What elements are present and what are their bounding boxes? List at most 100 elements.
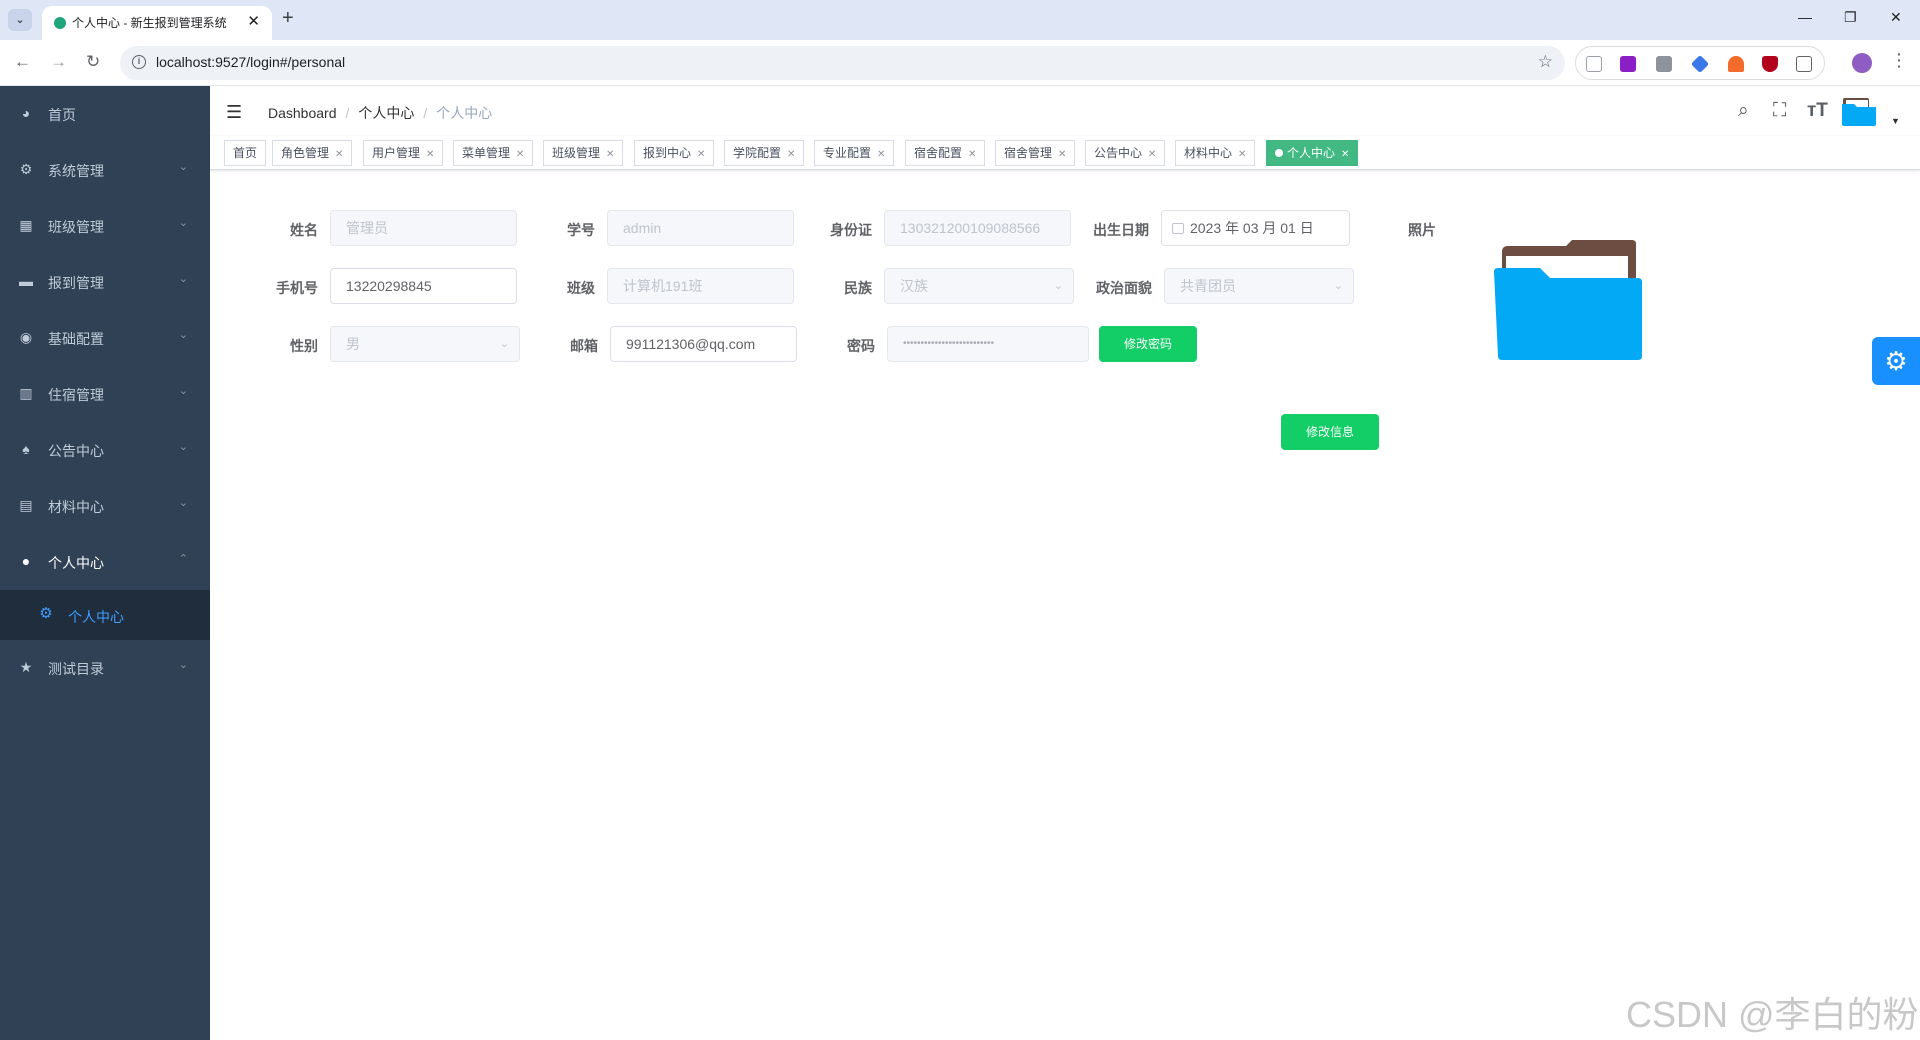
window-close-icon[interactable]: ✕ bbox=[1890, 9, 1902, 26]
tag-notice[interactable]: 公告中心 ✕ bbox=[1085, 140, 1166, 166]
forward-icon[interactable]: → bbox=[50, 52, 67, 72]
tab-close-icon[interactable]: ✕ bbox=[247, 12, 260, 30]
sidebar-item-home[interactable]: ◕ 首页 bbox=[0, 86, 210, 142]
political-select[interactable]: 共青团员 ⌄ bbox=[1164, 268, 1354, 304]
extension-figure-icon[interactable] bbox=[1728, 56, 1744, 72]
extension-shield-icon[interactable] bbox=[1762, 56, 1778, 72]
tag-close-icon[interactable]: ✕ bbox=[787, 149, 795, 160]
political-label: 政治面貌 bbox=[1096, 280, 1152, 296]
font-size-icon[interactable]: ᴛT bbox=[1807, 100, 1828, 122]
extension-cursor-icon[interactable] bbox=[1586, 56, 1602, 72]
restore-icon[interactable]: ❐ bbox=[1844, 9, 1857, 26]
tag-close-icon[interactable]: ✕ bbox=[1058, 149, 1066, 160]
update-info-button[interactable]: 修改信息 bbox=[1281, 414, 1379, 450]
watermark-text: CSDN @李白的粉 bbox=[1626, 994, 1919, 1035]
sidebar-item-materials[interactable]: ▤ 材料中心 ⌄ bbox=[0, 478, 210, 534]
email-field[interactable]: 991121306@qq.com bbox=[610, 326, 797, 362]
extension-rp-icon[interactable] bbox=[1620, 56, 1636, 72]
tag-label: 公告中心 bbox=[1094, 146, 1143, 160]
gender-select[interactable]: 男 ⌄ bbox=[330, 326, 520, 362]
breadcrumb-item[interactable]: 个人中心 bbox=[358, 105, 414, 121]
tag-close-icon[interactable]: ✕ bbox=[1148, 149, 1156, 160]
student-no-field[interactable]: admin bbox=[607, 210, 794, 246]
ethnic-select[interactable]: 汉族 ⌄ bbox=[884, 268, 1074, 304]
change-password-button[interactable]: 修改密码 bbox=[1099, 326, 1197, 362]
sidebar-item-class[interactable]: ▦ 班级管理 ⌄ bbox=[0, 198, 210, 254]
tag-label: 个人中心 bbox=[1287, 146, 1336, 160]
tag-college[interactable]: 学院配置 ✕ bbox=[724, 140, 805, 166]
extension-layers-icon[interactable] bbox=[1690, 54, 1710, 74]
tab-search-button[interactable]: ⌄ bbox=[8, 9, 32, 31]
tag-dorm-config[interactable]: 宿舍配置 ✕ bbox=[905, 140, 986, 166]
tag-close-icon[interactable]: ✕ bbox=[697, 149, 705, 160]
extension-game-icon[interactable] bbox=[1656, 56, 1672, 72]
tag-close-icon[interactable]: ✕ bbox=[335, 149, 343, 160]
tag-close-icon[interactable]: ✕ bbox=[606, 149, 614, 160]
sidebar-subitem-personal[interactable]: ⚙ 个人中心 bbox=[0, 590, 210, 640]
settings-drawer-button[interactable]: ⚙ bbox=[1872, 337, 1920, 385]
sidebar-item-system[interactable]: ⚙ 系统管理 ⌄ bbox=[0, 142, 210, 198]
tag-personal[interactable]: 个人中心 ✕ bbox=[1266, 140, 1359, 166]
bookmark-star-icon[interactable]: ☆ bbox=[1538, 52, 1553, 72]
birth-date-label: 出生日期 bbox=[1093, 222, 1149, 238]
sidebar-item-dorm[interactable]: ▥ 住宿管理 ⌄ bbox=[0, 366, 210, 422]
password-field[interactable]: •••••••••••••••••••••••••• bbox=[887, 326, 1089, 362]
tag-menu[interactable]: 菜单管理 ✕ bbox=[453, 140, 534, 166]
id-card-field[interactable]: 130321200109088566 bbox=[884, 210, 1071, 246]
id-card-label: 身份证 bbox=[830, 222, 872, 238]
sidebar-item-label: 住宿管理 bbox=[48, 387, 104, 403]
chevron-down-icon: ⌄ bbox=[178, 161, 188, 173]
photo-folder-icon[interactable] bbox=[1494, 238, 1642, 362]
tag-close-icon[interactable]: ✕ bbox=[1238, 149, 1246, 160]
tag-close-icon[interactable]: ✕ bbox=[426, 149, 434, 160]
chevron-down-icon: ⌄ bbox=[178, 441, 188, 453]
sidebar-item-test[interactable]: ★ 测试目录 ⌄ bbox=[0, 640, 210, 696]
tag-close-icon[interactable]: ✕ bbox=[1341, 149, 1349, 160]
new-tab-button[interactable]: + bbox=[282, 7, 294, 30]
site-info-icon[interactable]: i bbox=[132, 55, 146, 69]
breadcrumb-current: 个人中心 bbox=[436, 105, 493, 121]
tag-close-icon[interactable]: ✕ bbox=[516, 149, 524, 160]
tag-close-icon[interactable]: ✕ bbox=[968, 149, 976, 160]
sidebar-item-notice[interactable]: ♠ 公告中心 ⌄ bbox=[0, 422, 210, 478]
tag-close-icon[interactable]: ✕ bbox=[877, 149, 885, 160]
minimize-icon[interactable]: — bbox=[1798, 9, 1812, 25]
browser-tab[interactable]: 个人中心 - 新生报到管理系统 ✕ bbox=[42, 6, 272, 40]
tag-materials[interactable]: 材料中心 ✕ bbox=[1175, 140, 1256, 166]
sidebar-item-personal[interactable]: ● 个人中心 ⌃ bbox=[0, 534, 210, 590]
name-field[interactable]: 管理员 bbox=[330, 210, 517, 246]
gender-label: 性别 bbox=[290, 338, 318, 354]
class-field[interactable]: 计算机191班 bbox=[607, 268, 794, 304]
tag-major[interactable]: 专业配置 ✕ bbox=[814, 140, 895, 166]
sidebar-item-registration[interactable]: ▬ 报到管理 ⌄ bbox=[0, 254, 210, 310]
browser-menu-icon[interactable]: ⋮ bbox=[1890, 50, 1908, 71]
tag-class[interactable]: 班级管理 ✕ bbox=[543, 140, 624, 166]
back-icon[interactable]: ← bbox=[14, 52, 31, 72]
chevron-down-icon: ⌄ bbox=[178, 659, 188, 671]
tag-dorm-manage[interactable]: 宿舍管理 ✕ bbox=[995, 140, 1076, 166]
hamburger-icon[interactable]: ☰ bbox=[226, 102, 242, 123]
sidebar-item-label: 公告中心 bbox=[48, 443, 104, 459]
sidebar-item-basic-config[interactable]: ◉ 基础配置 ⌄ bbox=[0, 310, 210, 366]
birth-date-picker[interactable]: 2023 年 03 月 01 日 bbox=[1161, 210, 1350, 246]
tag-user[interactable]: 用户管理 ✕ bbox=[363, 140, 444, 166]
tag-home[interactable]: 首页 bbox=[224, 140, 267, 166]
chevron-down-icon: ⌄ bbox=[1333, 280, 1343, 292]
search-icon[interactable]: ⌕ bbox=[1738, 100, 1749, 122]
active-dot-icon bbox=[1275, 149, 1283, 157]
tag-role[interactable]: 角色管理 ✕ bbox=[272, 140, 353, 166]
tag-label: 首页 bbox=[233, 146, 258, 160]
reload-icon[interactable]: ↻ bbox=[86, 52, 100, 72]
address-bar[interactable]: i localhost:9527/login#/personal ☆ bbox=[120, 46, 1565, 80]
avatar[interactable] bbox=[1842, 96, 1876, 126]
tag-label: 菜单管理 bbox=[462, 146, 511, 160]
tag-registration[interactable]: 报到中心 ✕ bbox=[634, 140, 715, 166]
caret-down-icon[interactable]: ▼ bbox=[1891, 116, 1900, 126]
breadcrumb-item[interactable]: Dashboard bbox=[268, 105, 337, 121]
chevron-down-icon: ⌄ bbox=[178, 497, 188, 509]
extensions-puzzle-icon[interactable] bbox=[1796, 56, 1812, 72]
fullscreen-icon[interactable]: ⛶ bbox=[1773, 100, 1786, 122]
sidebar-item-label: 测试目录 bbox=[48, 661, 104, 677]
profile-avatar-icon[interactable] bbox=[1852, 53, 1872, 73]
phone-field[interactable]: 13220298845 bbox=[330, 268, 517, 304]
